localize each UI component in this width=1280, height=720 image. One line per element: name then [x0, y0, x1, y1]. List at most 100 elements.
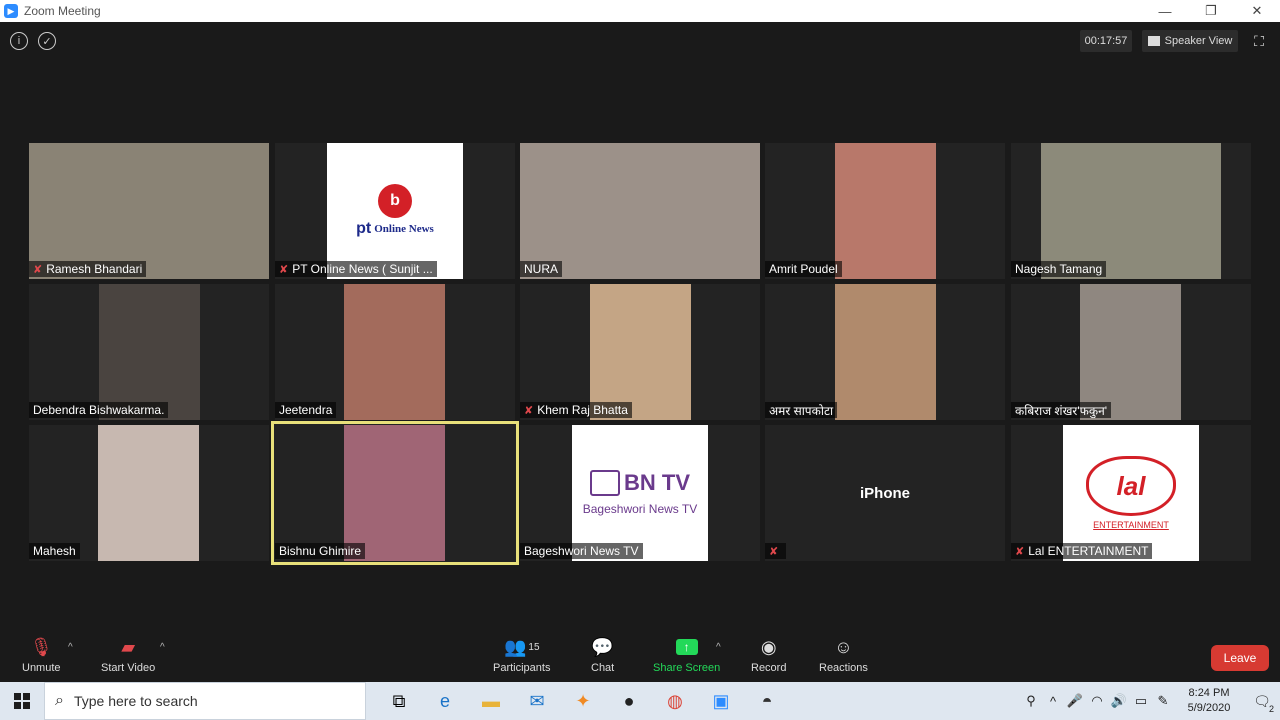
volume-icon[interactable]: 🔊 — [1108, 693, 1130, 709]
zoom-app-icon: ▶ — [4, 4, 18, 18]
camera-app-icon[interactable]: ● — [606, 682, 652, 720]
shield-icon[interactable]: ✓ — [38, 32, 56, 50]
participant-tile[interactable]: iPhone ✘ — [765, 425, 1005, 561]
participant-tile[interactable]: lal ENTERTAINMENT ✘ Lal ENTERTAINMENT — [1011, 425, 1251, 561]
participant-tile[interactable]: ✘ Khem Raj Bhatta — [520, 284, 760, 420]
participant-tile[interactable]: NURA — [520, 143, 760, 279]
participant-name-bar: ✘ Khem Raj Bhatta — [520, 402, 632, 418]
participant-video — [99, 284, 200, 420]
participant-tile[interactable]: BN TV Bageshwori News TV Bageshwori News… — [520, 425, 760, 561]
share-options-caret[interactable]: ^ — [716, 642, 721, 653]
mic-muted-icon: ✘ — [279, 263, 289, 276]
meeting-toolbar: 🎙 Unmute ^ ▰ Start Video ^ 👥 15 Participa… — [0, 632, 1280, 682]
microphone-icon[interactable]: 🎤 — [1064, 693, 1086, 709]
participant-name: Khem Raj Bhatta — [537, 403, 628, 417]
record-label: Record — [751, 662, 787, 674]
unmute-label: Unmute — [22, 662, 61, 674]
video-options-caret[interactable]: ^ — [160, 642, 165, 653]
search-placeholder: Type here to search — [73, 693, 198, 709]
tv-logo-icon — [590, 470, 620, 496]
unmute-button[interactable]: 🎙 Unmute — [22, 636, 61, 675]
photos-icon[interactable]: ◓ — [744, 682, 790, 720]
people-icon[interactable]: ⚲ — [1020, 693, 1042, 709]
start-video-label: Start Video — [101, 662, 156, 674]
zoom-icon[interactable]: ▣ — [698, 682, 744, 720]
video-off-icon: ▰ — [121, 636, 136, 657]
participant-name: Nagesh Tamang — [1015, 262, 1103, 276]
record-button[interactable]: ◉ Record — [751, 636, 787, 675]
share-screen-button[interactable]: ↑ Share Screen — [653, 636, 720, 674]
participant-name-bar: Mahesh — [29, 543, 80, 559]
participant-video — [520, 143, 760, 279]
participant-tile[interactable]: Amrit Poudel — [765, 143, 1005, 279]
logo-text: lal — [1116, 470, 1146, 501]
participant-tile[interactable]: कबिराज शंखर'फकुन' — [1011, 284, 1251, 420]
participant-name-bar: Nagesh Tamang — [1011, 261, 1107, 277]
mail-icon[interactable]: ✉ — [514, 682, 560, 720]
leave-button[interactable]: Leave — [1211, 645, 1269, 671]
chat-button[interactable]: 💬 Chat — [591, 636, 615, 675]
participant-name: Amrit Poudel — [769, 262, 838, 276]
logo-text: BN TV — [624, 470, 690, 495]
wifi-icon[interactable]: ◠ — [1086, 693, 1108, 709]
notification-center-icon[interactable]: 🗨 2 — [1244, 682, 1280, 720]
participant-name-bar: NURA — [520, 261, 563, 277]
participant-name: Jeetendra — [279, 403, 333, 417]
participant-tile[interactable]: b pt Online News ✘ PT Online News ( Sunji… — [275, 143, 515, 279]
pt-logo-icon: b — [378, 184, 412, 218]
restore-button[interactable]: ❐ — [1188, 0, 1234, 22]
logo-subtitle: ENTERTAINMENT — [1093, 520, 1169, 530]
participant-name-bar: Bishnu Ghimire — [275, 543, 366, 559]
system-tray: ⚲ ^ 🎤 ◠ 🔊 ▭ ✎ 8:24 PM 5/9/2020 🗨 2 — [1020, 682, 1280, 720]
chrome-icon[interactable]: ◍ — [652, 682, 698, 720]
participant-tile[interactable]: ✘ Ramesh Bhandari — [29, 143, 269, 279]
audio-options-caret[interactable]: ^ — [68, 642, 73, 653]
grid-icon — [1147, 36, 1160, 46]
participant-tile[interactable]: Nagesh Tamang — [1011, 143, 1251, 279]
minimize-button[interactable]: — — [1142, 0, 1188, 22]
title-bar: ▶ Zoom Meeting — ❐ ✕ — [0, 0, 1280, 22]
info-icon[interactable]: i — [10, 32, 28, 50]
participant-video — [344, 284, 445, 420]
participant-tile-active-speaker[interactable]: Bishnu Ghimire — [271, 421, 519, 565]
task-view-icon[interactable]: ⧉ — [376, 682, 422, 720]
battery-icon[interactable]: ▭ — [1130, 693, 1152, 709]
participant-name: कबिराज शंखर'फकुन' — [1015, 403, 1108, 418]
logo-mark: pt — [356, 220, 372, 237]
participant-video — [98, 425, 199, 561]
taskbar-search[interactable]: ⌕ Type here to search — [44, 682, 366, 720]
chat-label: Chat — [591, 662, 615, 674]
participant-name: Bageshwori News TV — [524, 544, 639, 558]
mic-muted-icon: 🎙 — [29, 636, 53, 657]
taskbar-clock[interactable]: 8:24 PM 5/9/2020 — [1174, 686, 1244, 716]
participant-name-bar: Bageshwori News TV — [520, 543, 643, 559]
participant-tile[interactable]: अमर सापकोटा — [765, 284, 1005, 420]
participant-video — [344, 425, 445, 561]
mic-muted-icon: ✘ — [769, 545, 779, 558]
fullscreen-icon[interactable]: ⛶ — [1250, 32, 1268, 50]
speaker-view-label: Speaker View — [1164, 35, 1233, 47]
window-controls: — ❐ ✕ — [1142, 0, 1280, 22]
participant-name-bar: ✘ — [765, 543, 787, 559]
vlc-icon[interactable]: ✦ — [560, 682, 606, 720]
reactions-button[interactable]: ☺ Reactions — [819, 636, 868, 675]
pen-icon[interactable]: ✎ — [1152, 693, 1174, 709]
close-button[interactable]: ✕ — [1234, 0, 1280, 22]
participant-name-bar: कबिराज शंखर'फकुन' — [1011, 402, 1112, 418]
participant-name: Debendra Bishwakarma. — [33, 403, 165, 417]
participant-video: lal ENTERTAINMENT — [1063, 425, 1199, 561]
clock-time: 8:24 PM — [1188, 687, 1230, 699]
start-video-button[interactable]: ▰ Start Video — [101, 636, 156, 675]
participant-video: b pt Online News — [327, 143, 463, 279]
participants-button[interactable]: 👥 15 Participants — [493, 636, 550, 675]
speaker-view-button[interactable]: Speaker View — [1142, 30, 1238, 52]
edge-icon[interactable]: e — [422, 682, 468, 720]
start-button[interactable] — [0, 682, 44, 720]
file-explorer-icon[interactable]: ▬ — [468, 682, 514, 720]
show-hidden-icons-icon[interactable]: ^ — [1042, 694, 1064, 709]
participant-video: BN TV Bageshwori News TV — [572, 425, 708, 561]
participant-tile[interactable]: Mahesh — [29, 425, 269, 561]
participant-tile[interactable]: Jeetendra — [275, 284, 515, 420]
participant-tile[interactable]: Debendra Bishwakarma. — [29, 284, 269, 420]
participant-name-bar: अमर सापकोटा — [765, 402, 838, 418]
